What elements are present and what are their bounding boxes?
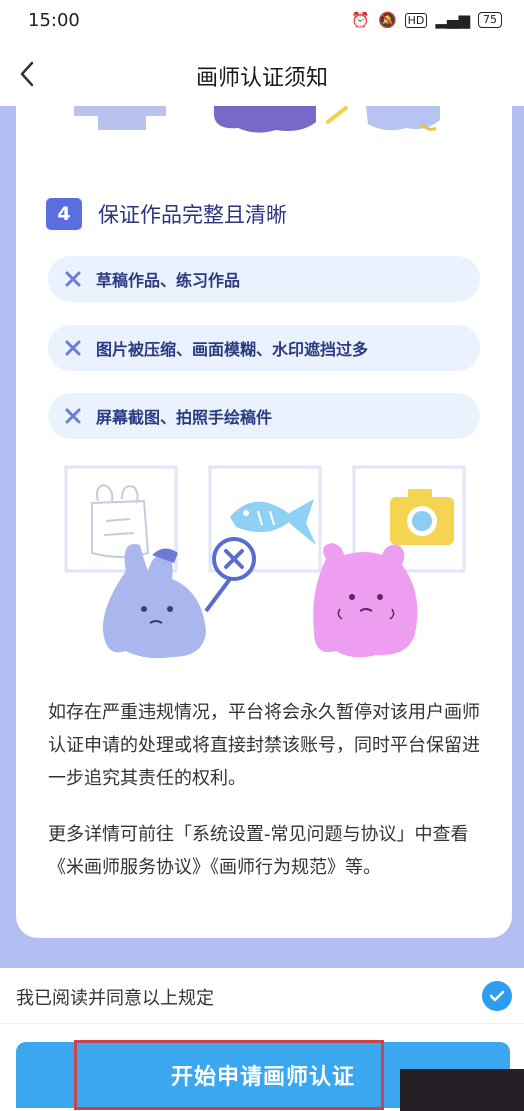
rules-illustration	[64, 465, 466, 659]
cross-icon	[62, 268, 84, 290]
mute-icon: 🔕	[377, 11, 397, 29]
rule-item: 草稿作品、练习作品	[48, 256, 480, 302]
status-bar: 15:00 ⏰ 🔕 HD ▂▄▆ 75	[0, 0, 524, 42]
notice-paragraph-1: 如存在严重违规情况，平台将会永久暂停对该用户画师认证申请的处理或将直接封禁该账号…	[48, 702, 480, 789]
cross-icon	[62, 337, 84, 359]
alarm-icon: ⏰	[351, 11, 370, 29]
top-illustration	[74, 106, 440, 133]
agreement-row[interactable]: 我已阅读并同意以上规定	[0, 968, 524, 1024]
highlight-annotation	[74, 1040, 384, 1110]
status-icons: ⏰ 🔕 HD ▂▄▆ 75	[351, 11, 502, 29]
notice-card: 4 保证作品完整且清晰 草稿作品、练习作品 图片被压缩、画面模糊、水印遮挡过多 …	[16, 106, 512, 938]
step-title: 保证作品完整且清晰	[98, 203, 287, 227]
rule-text: 草稿作品、练习作品	[96, 271, 241, 290]
checkmark-icon	[489, 990, 505, 1002]
dark-corner-overlay	[400, 1069, 524, 1111]
rule-text: 图片被压缩、画面模糊、水印遮挡过多	[96, 340, 369, 359]
cross-icon	[62, 405, 84, 427]
fish-icon	[230, 499, 316, 545]
rule-text: 屏幕截图、拍照手绘稿件	[96, 408, 273, 427]
notice-paragraph-2: 更多详情可前往「系统设置-常见问题与协议」中查看《米画师服务协议》《画师行为规范…	[48, 824, 469, 878]
nav-bar: 画师认证须知	[0, 42, 524, 106]
agreement-label: 我已阅读并同意以上规定	[16, 988, 214, 1009]
rule-item: 屏幕截图、拍照手绘稿件	[48, 393, 480, 439]
blue-mascot	[102, 537, 256, 659]
agreement-checkbox[interactable]	[482, 981, 512, 1011]
step-header: 4 保证作品完整且清晰	[46, 198, 287, 230]
rule-item: 图片被压缩、画面模糊、水印遮挡过多	[48, 325, 480, 371]
signal-icon: ▂▄▆	[435, 11, 470, 29]
bottom-action-bar: 开始申请画师认证	[0, 1024, 524, 1111]
page-title: 画师认证须知	[195, 66, 328, 91]
camera-icon	[390, 489, 454, 545]
step-number-badge: 4	[46, 198, 82, 230]
hd-icon: HD	[404, 12, 428, 28]
status-time: 15:00	[28, 10, 80, 31]
pink-mascot	[313, 543, 418, 658]
battery-indicator: 75	[478, 12, 502, 28]
